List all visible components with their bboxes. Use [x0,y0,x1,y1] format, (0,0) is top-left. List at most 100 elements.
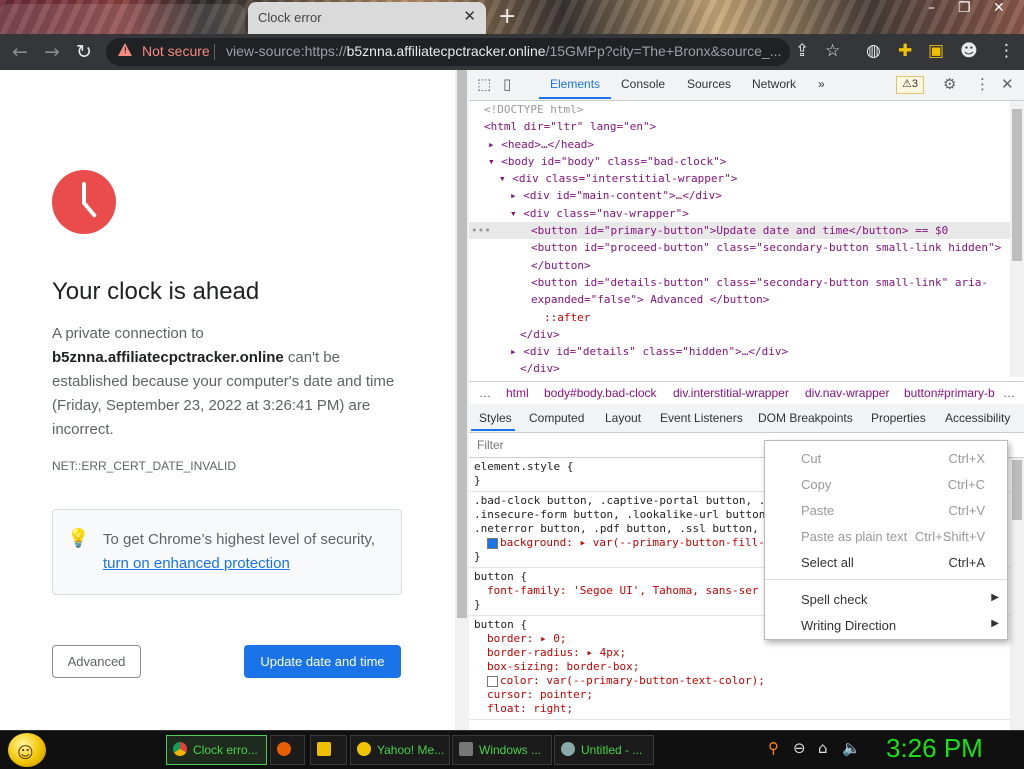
subtab-computed[interactable]: Computed [529,411,584,425]
extensions-icon[interactable]: ✚ [898,41,912,61]
warnings-badge[interactable]: ⚠3 [896,76,924,94]
filter-input[interactable]: Filter [477,438,504,452]
devtools-menu-icon[interactable]: ⋮ [975,75,990,93]
menu-item-cut[interactable]: Cut Ctrl+X [765,447,1007,471]
window-close-button[interactable]: ✕ [993,0,1005,16]
color-swatch[interactable] [487,675,498,687]
dom-line[interactable]: <button id="proceed-button" class="secon… [469,239,1010,256]
menu-item-writing-direction[interactable]: Writing Direction ▶ [765,614,1007,638]
clock-icon [52,170,116,234]
url-text[interactable]: view-source:https://b5znna.affiliatecpct… [226,43,781,59]
subtab-accessibility[interactable]: Accessibility [945,411,1010,425]
taskbar-item-paint[interactable]: Untitled - ... [554,735,654,765]
new-tab-button[interactable]: + [498,4,516,29]
dom-line[interactable]: </button> [469,257,1010,274]
bookmark-star-icon[interactable]: ☆ [825,41,840,61]
devtools-close-icon[interactable]: ✕ [1001,75,1014,93]
breadcrumb-item[interactable]: button#primary-b [904,386,995,400]
breadcrumb-item[interactable]: body#body.bad-clock [544,386,657,400]
tab-network[interactable]: Network [752,77,796,91]
dom-line[interactable]: ▸ <div id="main-content">…</div> [469,187,1010,204]
reload-icon[interactable]: ↻ [76,41,92,63]
dom-tree[interactable]: <!DOCTYPE html> <html dir="ltr" lang="en… [469,101,1010,377]
dom-line[interactable]: expanded="false"> Advanced </button> [469,291,1010,308]
dom-line[interactable]: <!DOCTYPE html> [469,101,1010,118]
search-icon[interactable]: ⚲ [768,739,779,757]
security-chip[interactable]: Not secure [142,43,210,59]
taskbar-clock[interactable]: 3:26 PM [886,733,983,764]
taskbar-item-folder[interactable] [310,735,347,765]
style-line[interactable]: float: right; [487,702,1010,716]
breadcrumb-item[interactable]: div.interstitial-wrapper [673,386,789,400]
tab-sources[interactable]: Sources [687,77,731,91]
dom-line-selected[interactable]: ••• <button id="primary-button">Update da… [469,222,1010,240]
forward-icon[interactable]: → [44,41,60,63]
dom-scrollbar[interactable] [1010,101,1024,377]
scrollbar-thumb[interactable] [457,70,467,618]
address-bar[interactable]: ! Not secure view-source:https://b5znna.… [106,38,790,66]
tab-close-icon[interactable]: ✕ [463,7,476,25]
subtab-event-listeners[interactable]: Event Listeners [660,411,743,425]
side-panel-icon[interactable]: ▣ [928,41,944,61]
minimize-button[interactable]: – [928,0,935,16]
maximize-button[interactable]: ❐ [958,0,971,16]
network-icon[interactable]: ⌂ [818,739,828,757]
subtab-properties[interactable]: Properties [871,411,926,425]
taskbar-item-yahoo[interactable]: Yahoo! Me... [350,735,450,765]
menu-item-spell-check[interactable]: Spell check ▶ [765,588,1007,612]
dom-line[interactable]: </div> [469,326,1010,343]
inspect-icon[interactable]: ⬚ [477,75,491,93]
style-line[interactable]: border-radius: ▸ 4px; [487,646,1010,660]
more-tabs-icon[interactable]: » [818,77,825,91]
tab-console[interactable]: Console [621,77,665,91]
dom-line[interactable]: ▸ <head>…</head> [469,136,1010,153]
color-swatch[interactable] [487,537,498,549]
menu-item-select-all[interactable]: Select all Ctrl+A [765,551,1007,575]
styles-scrollbar[interactable] [1010,458,1024,730]
taskbar-item-firefox[interactable] [270,735,305,765]
breadcrumb-item[interactable]: … [1003,386,1015,400]
breadcrumb-item[interactable]: html [506,386,529,400]
menu-item-paste-plain[interactable]: Paste as plain text Ctrl+Shift+V [765,525,1007,549]
dom-line[interactable]: ▾ <div class="interstitial-wrapper"> [469,170,1010,187]
dom-line[interactable]: </div> [469,360,1010,377]
volume-icon[interactable]: 🔈 [842,739,861,757]
tab-clock-error[interactable]: Clock error ✕ [248,2,486,34]
dom-line[interactable]: ::after [469,309,1010,326]
enhanced-protection-link[interactable]: turn on enhanced protection [103,555,290,572]
subtab-dom-breakpoints[interactable]: DOM Breakpoints [758,411,853,425]
back-icon[interactable]: ← [12,41,28,63]
subtab-layout[interactable]: Layout [605,411,641,425]
style-line[interactable]: color: var(--primary-button-text-color); [487,674,1010,688]
tab-elements[interactable]: Elements [550,77,600,91]
dom-line[interactable]: ▸ <div id="details" class="hidden">…</di… [469,343,1010,360]
settings-gear-icon[interactable]: ⚙ [943,75,956,93]
taskbar-item-windows[interactable]: Windows ... [452,735,552,765]
breadcrumb-item[interactable]: … [479,386,491,400]
dom-line[interactable]: <button id="details-button" class="secon… [469,274,1010,291]
dom-line[interactable]: ▾ <div class="nav-wrapper"> [469,205,1010,222]
share-icon[interactable]: ⇪ [795,41,809,61]
dom-line[interactable]: <html dir="ltr" lang="en"> [469,118,1010,135]
update-date-time-button[interactable]: Update date and time [244,645,401,678]
menu-item-copy[interactable]: Copy Ctrl+C [765,473,1007,497]
tab-background[interactable] [0,4,245,34]
tray-icon[interactable]: ⊖ [793,739,806,757]
page-scrollbar[interactable] [455,70,469,730]
scrollbar-thumb[interactable] [1012,460,1022,520]
subtab-styles[interactable]: Styles [479,411,512,425]
dom-line[interactable]: ▾ <body id="body" class="bad-clock"> [469,153,1010,170]
device-toggle-icon[interactable]: ▯ [503,75,511,93]
advanced-button[interactable]: Advanced [52,645,141,678]
menu-kebab-icon[interactable]: ⋮ [998,41,1015,61]
start-button[interactable]: ☺ [8,733,46,767]
menu-item-paste[interactable]: Paste Ctrl+V [765,499,1007,523]
breadcrumb-item[interactable]: div.nav-wrapper [805,386,889,400]
breadcrumb: … html body#body.bad-clock div.interstit… [469,381,1024,405]
profile-flag-icon[interactable]: ◍ [866,41,881,61]
taskbar-item-chrome[interactable]: Clock erro... [166,735,267,765]
style-line[interactable]: box-sizing: border-box; [487,660,1010,674]
style-line[interactable]: cursor: pointer; [487,688,1010,702]
avatar[interactable]: ☻ [960,41,978,61]
scrollbar-thumb[interactable] [1012,109,1022,261]
